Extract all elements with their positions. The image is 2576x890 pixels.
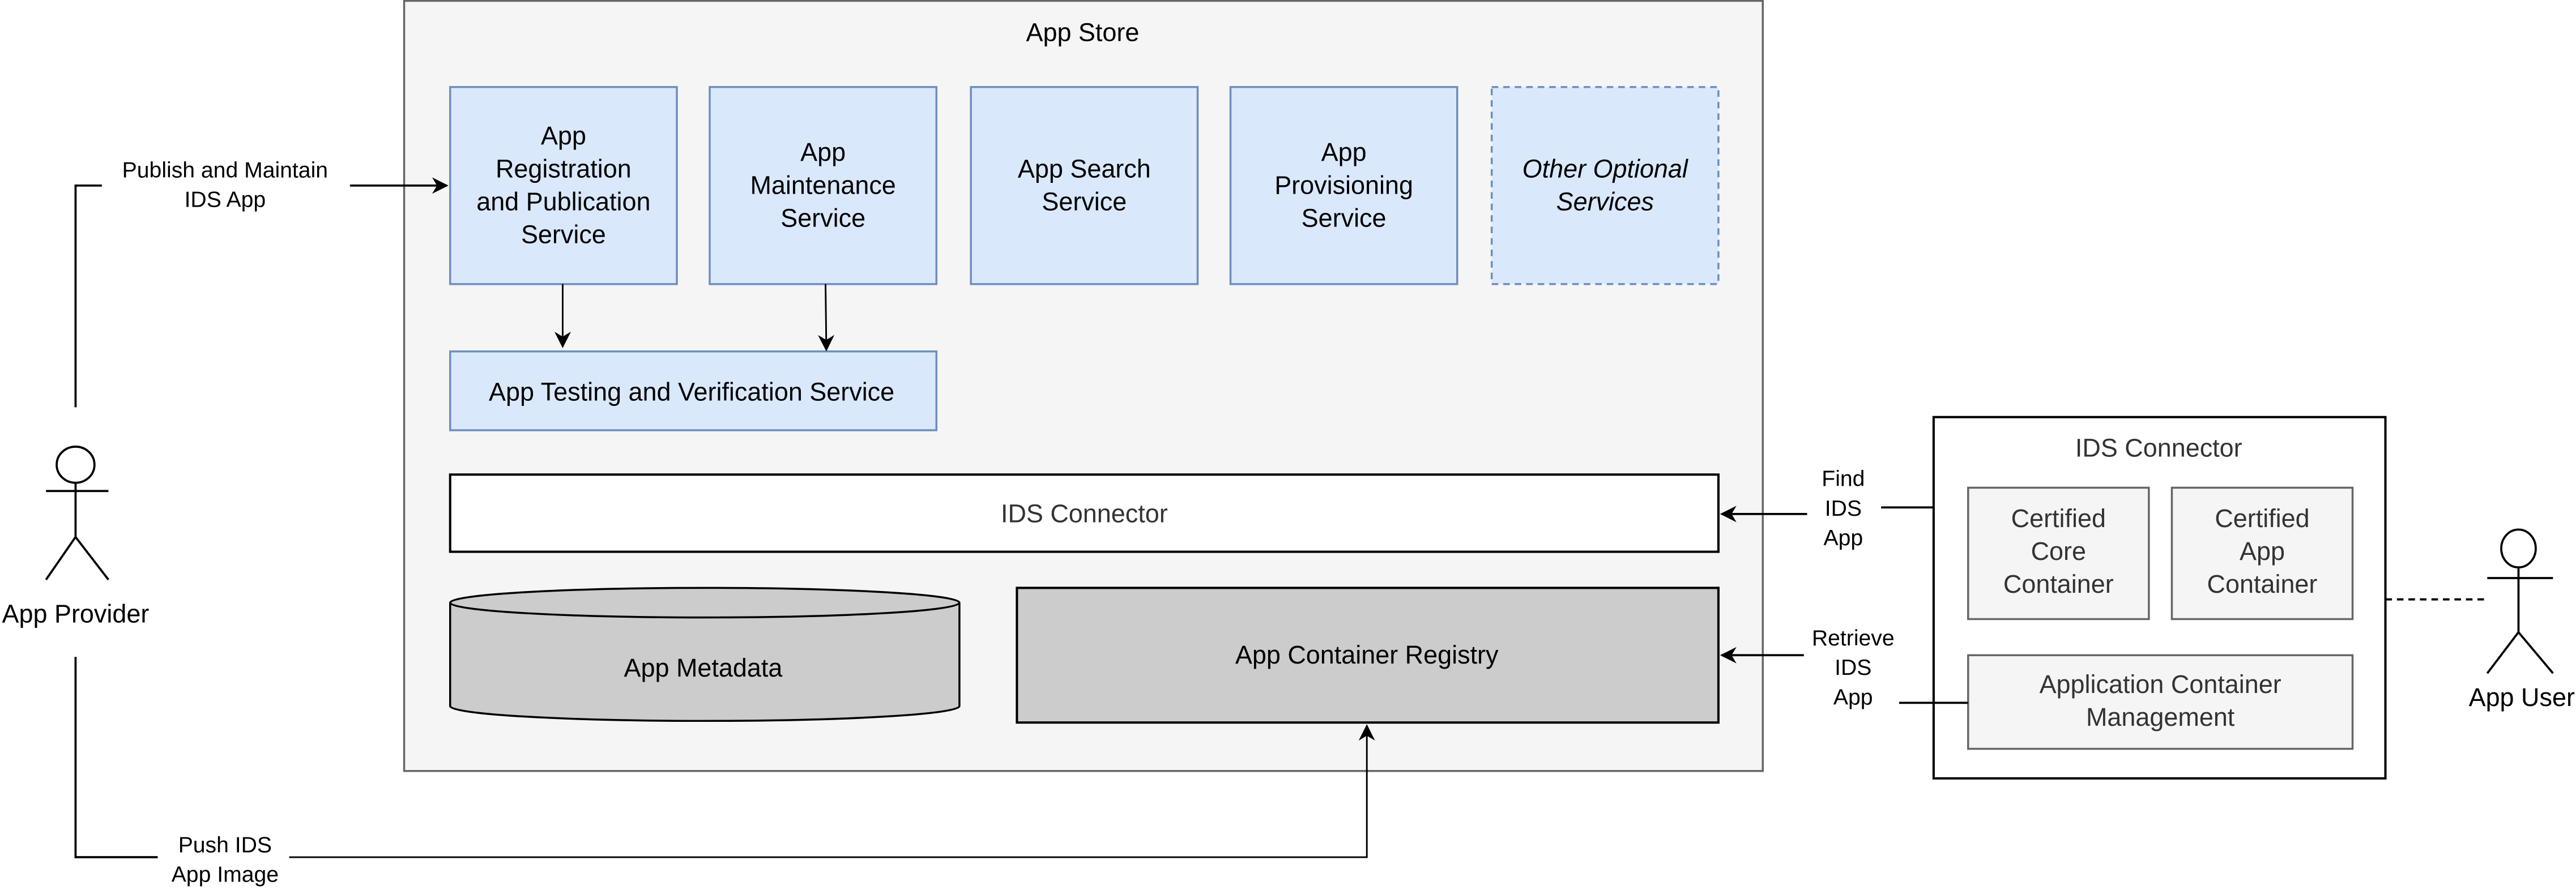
app-user-label: App User <box>2469 683 2575 712</box>
text-line: App <box>1833 685 1873 709</box>
text-line: Application Container <box>2040 670 2281 699</box>
text-line: App Search <box>1018 154 1151 183</box>
text-line: Retrieve <box>1812 626 1895 651</box>
text-line: Services <box>1556 187 1654 216</box>
text-line: App Image <box>172 863 279 887</box>
text-line: App <box>541 121 586 150</box>
text-line: Find <box>1822 467 1865 491</box>
text-line: App <box>800 138 846 166</box>
text-line: App <box>1824 526 1863 550</box>
diagram-canvas: App Store App Registration and Publication… <box>0 0 2576 890</box>
internal-ids-connector-box[interactable]: IDS Connector <box>449 473 1720 553</box>
text-line: and Publication <box>476 187 650 216</box>
container-registry-label: App Container Registry <box>1235 640 1499 669</box>
push-ids-app-image-label: Push IDS App Image <box>172 833 279 887</box>
internal-ids-connector-label: IDS Connector <box>1001 499 1168 528</box>
service-box[interactable]: App Search Service <box>970 85 1199 285</box>
text-line: Container <box>2003 570 2114 598</box>
text-line: Certified <box>2011 504 2106 533</box>
text-line: Container <box>2207 570 2318 598</box>
text-line: Service <box>1042 187 1127 216</box>
app-store-title: App Store <box>1026 18 1139 47</box>
app-metadata-label: App Metadata <box>624 653 783 682</box>
text-line: Other Optional <box>1522 154 1688 183</box>
text-line: Service <box>521 220 606 249</box>
service-box[interactable]: App Registration and Publication Service <box>449 85 678 285</box>
text-line: Core <box>2031 537 2086 566</box>
text-line: App <box>2240 537 2285 566</box>
text-line: Service <box>781 203 865 232</box>
text-line: Registration <box>496 154 632 183</box>
certified-app-container-box[interactable]: Certified App Container <box>2170 486 2354 621</box>
text-line: Certified <box>2215 504 2309 533</box>
text-line: Management <box>2086 703 2235 731</box>
publish-and-maintain-label: Publish and Maintain IDS App <box>122 158 328 212</box>
text-line: Maintenance <box>750 170 895 199</box>
text-line: Service <box>1302 203 1387 232</box>
testing-service-label: App Testing and Verification Service <box>489 378 894 407</box>
testing-service-box[interactable]: App Testing and Verification Service <box>449 350 938 431</box>
app-provider-actor-icon[interactable] <box>45 446 109 581</box>
text-line: IDS <box>1825 497 1862 521</box>
app-provider-label: App Provider <box>2 599 150 628</box>
container-management-box[interactable]: Application Container Management <box>1967 654 2354 750</box>
service-box[interactable]: App Maintenance Service <box>709 85 938 285</box>
text-line: Provisioning <box>1274 170 1413 199</box>
find-ids-app-label: Find IDS App <box>1822 467 1865 550</box>
service-box[interactable]: App Provisioning Service <box>1229 85 1458 285</box>
app-metadata-database[interactable]: App Metadata <box>449 587 961 722</box>
container-registry-box[interactable]: App Container Registry <box>1016 587 1720 724</box>
text-line: IDS <box>1835 656 1871 680</box>
app-user-actor-icon[interactable] <box>2486 528 2554 674</box>
optional-services-box[interactable]: Other Optional Services <box>1490 85 1720 285</box>
service-row: App Registration and Publication ServiceApp… <box>449 85 1720 285</box>
text-line: IDS App <box>185 187 266 212</box>
certified-core-container-box[interactable]: Certified Core Container <box>1967 486 2150 621</box>
text-line: Push IDS <box>178 833 272 857</box>
retrieve-ids-app-label: Retrieve IDS App <box>1812 626 1895 709</box>
text-line: Publish and Maintain <box>122 158 328 182</box>
text-line: App <box>1321 138 1367 166</box>
edge-publish-and-maintain: Publish and Maintain IDS App <box>74 158 449 408</box>
architecture-diagram: App Store App Registration and Publication… <box>2 0 2575 887</box>
external-ids-connector-title: IDS Connector <box>2075 433 2242 462</box>
